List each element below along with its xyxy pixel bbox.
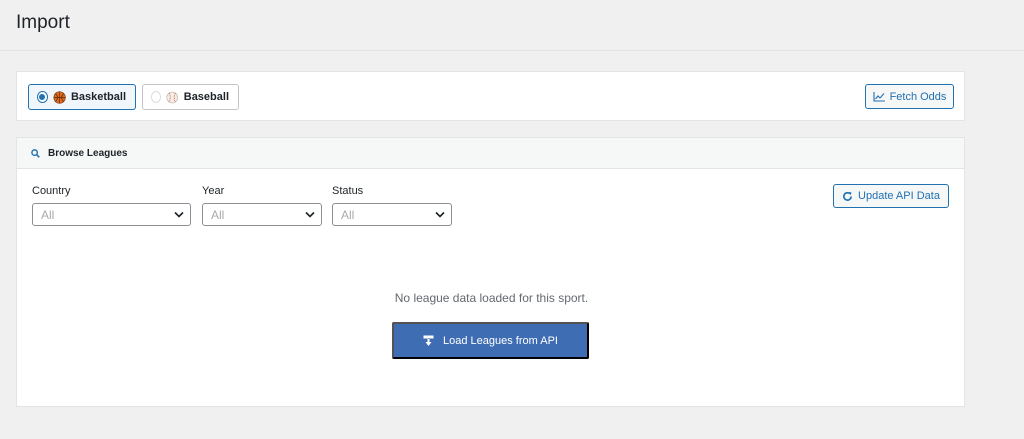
browse-leagues-card: Browse Leagues Country All Year All Stat… [16, 137, 965, 407]
status-label: Status [332, 185, 364, 197]
refresh-icon [843, 191, 853, 201]
status-select[interactable]: All [332, 203, 452, 226]
basketball-radio[interactable] [37, 91, 48, 103]
year-select[interactable]: All [202, 203, 322, 226]
chevron-down-icon [305, 211, 315, 218]
update-api-data-button[interactable]: Update API Data [833, 184, 949, 208]
fetch-odds-label: Fetch Odds [889, 90, 947, 103]
country-filter: Country All [32, 185, 191, 226]
basketball-icon [53, 90, 66, 104]
load-leagues-button[interactable]: Load Leagues from API [392, 322, 589, 359]
download-icon [423, 335, 434, 346]
chart-line-icon [873, 92, 885, 102]
load-leagues-label: Load Leagues from API [443, 334, 558, 347]
year-filter: Year All [202, 185, 322, 226]
sport-option-baseball[interactable]: Baseball [142, 84, 239, 110]
page-title: Import [16, 12, 70, 33]
update-api-data-label: Update API Data [858, 190, 940, 202]
baseball-radio[interactable] [151, 91, 162, 103]
browse-leagues-header: Browse Leagues [17, 138, 964, 169]
sport-selector-card: Basketball Baseball Fetch Odds [16, 71, 965, 121]
country-label: Country [32, 185, 71, 197]
baseball-icon [166, 91, 179, 103]
fetch-odds-button[interactable]: Fetch Odds [865, 84, 954, 109]
status-filter: Status All [332, 185, 452, 226]
title-divider [0, 50, 1024, 51]
status-value: All [341, 207, 355, 222]
year-value: All [211, 207, 225, 222]
empty-state-message: No league data loaded for this sport. [394, 291, 589, 305]
sport-option-label: Baseball [183, 91, 229, 103]
sport-option-label: Basketball [70, 91, 126, 103]
browse-leagues-title: Browse Leagues [48, 147, 128, 159]
country-select[interactable]: All [32, 203, 191, 226]
chevron-down-icon [174, 211, 184, 218]
country-value: All [41, 207, 55, 222]
chevron-down-icon [435, 211, 445, 218]
search-icon [31, 148, 40, 158]
sport-option-basketball[interactable]: Basketball [28, 84, 136, 110]
year-label: Year [202, 185, 225, 197]
